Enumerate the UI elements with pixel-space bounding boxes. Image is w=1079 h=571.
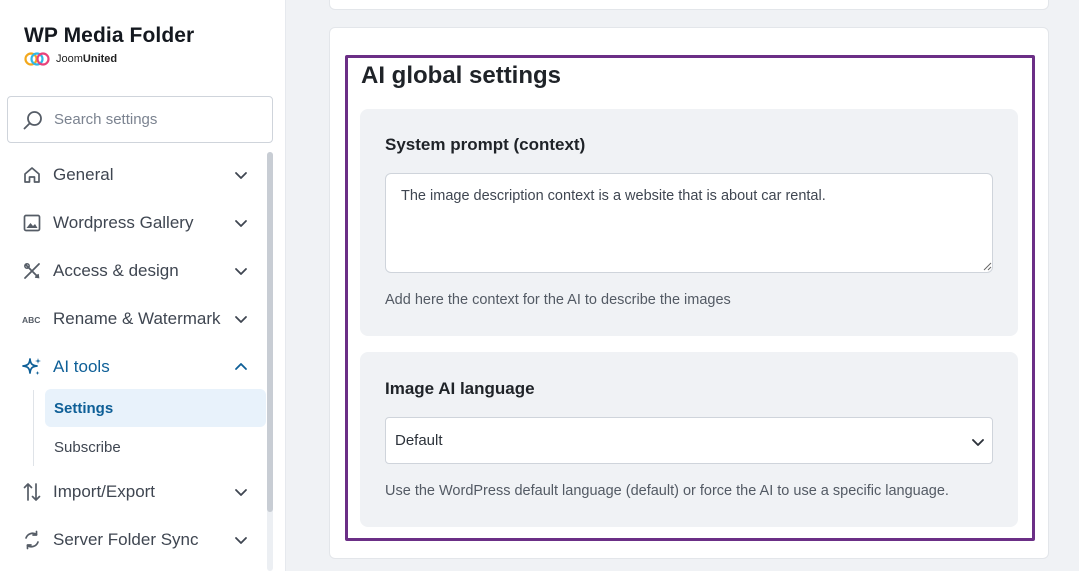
- chevron-up-icon: [235, 363, 247, 370]
- system-prompt-help: Add here the context for the AI to descr…: [385, 292, 731, 308]
- submenu-item-settings[interactable]: Settings: [45, 389, 266, 427]
- language-label: Image AI language: [385, 379, 535, 398]
- language-panel: Image AI language Default Use the WordPr…: [360, 352, 1018, 527]
- chevron-down-icon: [235, 268, 247, 275]
- system-prompt-textarea[interactable]: The image description context is a websi…: [385, 173, 993, 273]
- abc-icon: ABC: [21, 308, 43, 330]
- submenu-divider: [33, 390, 34, 466]
- company-logo: JoomUnited: [24, 52, 194, 66]
- search-box[interactable]: [7, 96, 273, 143]
- joomunited-logo-icon: [24, 52, 50, 66]
- sync-icon: [21, 529, 43, 551]
- image-icon: [21, 212, 43, 234]
- sidebar-item-server-folder-sync[interactable]: Server Folder Sync: [0, 516, 268, 564]
- search-input[interactable]: [54, 111, 254, 128]
- chevron-down-icon: [235, 489, 247, 496]
- svg-text:ABC: ABC: [22, 315, 40, 325]
- language-select[interactable]: Default: [385, 417, 993, 464]
- chevron-down-icon: [235, 220, 247, 227]
- sidebar-item-wordpress-gallery[interactable]: Wordpress Gallery: [0, 199, 268, 247]
- sidebar-item-general[interactable]: General: [0, 151, 268, 199]
- brand: WP Media Folder JoomUnited: [24, 24, 194, 66]
- chevron-down-icon: [235, 172, 247, 179]
- sparkles-icon: [21, 356, 43, 378]
- previous-settings-card: [329, 0, 1049, 10]
- design-tools-icon: [21, 260, 43, 282]
- language-selected-value: Default: [395, 432, 443, 449]
- company-name: JoomUnited: [56, 53, 118, 65]
- sidebar-item-ai-tools[interactable]: AI tools: [0, 343, 268, 391]
- chevron-down-icon: [972, 439, 984, 446]
- chevron-down-icon: [235, 537, 247, 544]
- sidebar-item-access-design[interactable]: Access & design: [0, 247, 268, 295]
- submenu-item-subscribe[interactable]: Subscribe: [45, 428, 266, 466]
- scrollbar-thumb[interactable]: [267, 152, 273, 512]
- chevron-down-icon: [235, 316, 247, 323]
- sidebar-scrollbar[interactable]: [267, 152, 273, 571]
- sidebar-item-rename-watermark[interactable]: ABC Rename & Watermark: [0, 295, 268, 343]
- home-icon: [21, 164, 43, 186]
- sidebar-item-import-export[interactable]: Import/Export: [0, 468, 268, 516]
- search-icon: [23, 110, 42, 129]
- app-title: WP Media Folder: [24, 24, 195, 47]
- system-prompt-panel: System prompt (context) The image descri…: [360, 109, 1018, 336]
- language-help: Use the WordPress default language (defa…: [385, 483, 949, 499]
- resize-handle-icon[interactable]: [982, 261, 992, 271]
- import-export-icon: [21, 481, 43, 503]
- sidebar: WP Media Folder JoomUnited General Wordp…: [0, 0, 286, 571]
- section-title: AI global settings: [361, 62, 562, 89]
- system-prompt-label: System prompt (context): [385, 135, 586, 154]
